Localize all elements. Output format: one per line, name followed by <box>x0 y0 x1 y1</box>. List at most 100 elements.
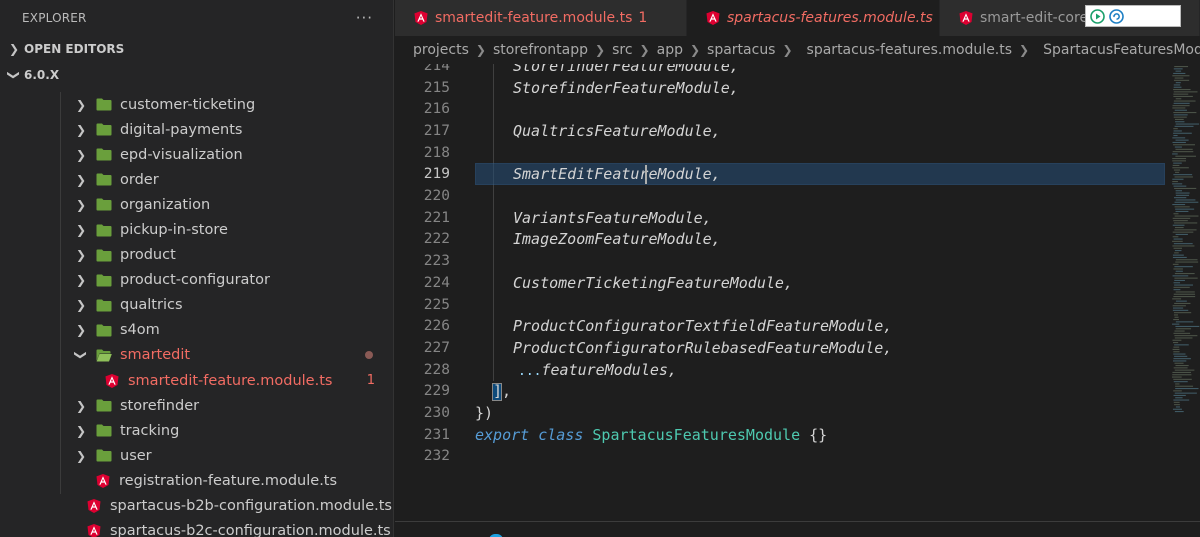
tree-item-label: digital-payments <box>120 121 243 138</box>
play-icon[interactable] <box>1090 8 1105 24</box>
bottom-panel <box>395 522 1200 537</box>
code-line: 216 <box>395 98 1175 120</box>
breadcrumb-item[interactable]: app <box>657 42 683 58</box>
minimap-line <box>1174 215 1199 217</box>
minimap-line <box>1172 217 1191 219</box>
breadcrumb-item[interactable]: spartacus-features.module.ts <box>807 42 1013 58</box>
minimap-line <box>1175 406 1180 408</box>
file-tree: ❯ customer-ticketing ❯ digital-payments ❯ epd… <box>0 92 393 537</box>
tree-folder-item[interactable]: ❯ order <box>0 167 393 193</box>
breadcrumb-item[interactable]: projects <box>413 42 469 58</box>
tree-folder-item[interactable]: ❯ tracking <box>0 418 393 444</box>
minimap-line <box>1175 261 1199 263</box>
minimap-line <box>1172 245 1195 247</box>
tree-folder-item[interactable]: ❯ pickup-in-store <box>0 217 393 243</box>
minimap-line <box>1172 160 1187 162</box>
code-text: StorefinderFeatureModule, <box>513 78 739 97</box>
minimap-line <box>1172 183 1183 185</box>
minimap[interactable] <box>1170 64 1200 414</box>
minimap-line <box>1173 89 1191 91</box>
tree-folder-item[interactable]: ❯ organization <box>0 192 393 218</box>
more-actions-icon[interactable]: ··· <box>356 9 373 27</box>
refresh-icon[interactable] <box>1109 8 1124 24</box>
code-line: 226 ProductConfiguratorTextfieldFeatureMo… <box>395 315 1175 337</box>
minimap-line <box>1173 72 1186 74</box>
tree-folder-item[interactable]: ❯ qualtrics <box>0 292 393 318</box>
tree-folder-item[interactable]: ❯ smartedit <box>0 342 393 369</box>
chevron-down-icon: ❯ <box>74 350 88 361</box>
minimap-line <box>1174 77 1184 79</box>
angular-file-icon <box>86 523 102 537</box>
breadcrumb-item[interactable]: src <box>612 42 632 58</box>
tree-item-label: order <box>120 171 159 188</box>
minimap-line <box>1172 374 1192 376</box>
chevron-right-icon: ❯ <box>75 147 87 162</box>
tree-file-item[interactable]: smartedit-feature.module.ts 1 <box>0 368 393 394</box>
tree-folder-item[interactable]: ❯ user <box>0 443 393 469</box>
minimap-line <box>1175 388 1199 390</box>
tab-smartedit-feature[interactable]: smartedit-feature.module.ts 1 <box>395 0 687 36</box>
line-number: 219 <box>423 166 450 183</box>
minimap-line <box>1173 342 1179 344</box>
line-number: 228 <box>423 361 450 378</box>
minimap-line <box>1172 151 1194 153</box>
line-number: 231 <box>423 426 450 443</box>
breadcrumb-item[interactable]: spartacus <box>707 42 775 58</box>
code-line: 222 ImageZoomFeatureModule, <box>395 229 1175 251</box>
tree-folder-item[interactable]: ❯ product-configurator <box>0 267 393 293</box>
indent-guide <box>60 167 61 193</box>
tree-folder-item[interactable]: ❯ digital-payments <box>0 117 393 143</box>
minimap-line <box>1173 102 1190 104</box>
tree-folder-item[interactable]: ❯ epd-visualization <box>0 142 393 168</box>
line-number: 218 <box>423 144 450 161</box>
code-line: 221 VariantsFeatureModule, <box>395 207 1175 229</box>
minimap-line <box>1172 339 1182 341</box>
folder-icon <box>96 148 112 161</box>
tree-folder-item[interactable]: ❯ product <box>0 242 393 268</box>
code-editor[interactable]: 214 StorefinderFeatureModule, 215 Storefind… <box>395 64 1175 519</box>
minimap-line <box>1173 381 1188 383</box>
minimap-line <box>1172 231 1194 233</box>
minimap-line <box>1172 141 1186 143</box>
minimap-line <box>1175 121 1185 123</box>
tree-file-item[interactable]: registration-feature.module.ts <box>0 468 393 494</box>
breadcrumb-item[interactable]: storefrontapp <box>493 42 588 58</box>
chevron-right-icon: ❯ <box>75 248 87 263</box>
line-number: 227 <box>423 339 450 356</box>
minimap-line <box>1173 116 1187 118</box>
tree-folder-item[interactable]: ❯ s4om <box>0 317 393 343</box>
tree-item-label: user <box>120 447 152 464</box>
tree-folder-item[interactable]: ❯ storefinder <box>0 393 393 419</box>
minimap-line <box>1173 319 1179 321</box>
minimap-line <box>1175 233 1188 235</box>
tree-item-label: storefinder <box>120 397 200 414</box>
tree-file-item[interactable]: spartacus-b2c-configuration.module.ts <box>0 519 393 537</box>
breadcrumb-item[interactable]: SpartacusFeaturesModule <box>1043 42 1200 58</box>
minimap-line <box>1172 309 1189 311</box>
code-line: 219 SmartEditFeatureModule, <box>395 164 1175 186</box>
minimap-line <box>1173 351 1180 353</box>
line-number: 214 <box>423 64 450 74</box>
minimap-line <box>1174 355 1188 357</box>
code-line: 220 <box>395 185 1175 207</box>
tree-folder-item[interactable]: ❯ customer-ticketing <box>0 92 393 118</box>
minimap-line <box>1173 286 1190 288</box>
minimap-line <box>1175 210 1189 212</box>
tree-file-item[interactable]: spartacus-b2b-configuration.module.ts <box>0 494 393 519</box>
minimap-line <box>1175 148 1193 150</box>
chevron-right-icon: ❯ <box>1019 43 1030 57</box>
class-body: {} <box>800 425 828 444</box>
minimap-line <box>1175 291 1195 293</box>
workspace-section[interactable]: ❯ 6.0.X <box>0 62 393 88</box>
explorer-title: EXPLORER <box>22 11 87 25</box>
minimap-line <box>1174 252 1179 254</box>
minimap-line <box>1173 100 1196 102</box>
minimap-line <box>1172 376 1182 378</box>
open-editors-section[interactable]: ❯ OPEN EDITORS <box>0 36 393 62</box>
indent-guide <box>60 192 61 218</box>
code-line: 227 ProductConfiguratorRulebasedFeatureMo… <box>395 337 1175 359</box>
editor-area: smartedit-feature.module.ts 1 spartacus-… <box>395 0 1200 537</box>
minimap-line <box>1175 300 1187 302</box>
chevron-right-icon: ❯ <box>75 423 87 438</box>
tab-spartacus-features[interactable]: spartacus-features.module.ts × <box>687 0 955 36</box>
